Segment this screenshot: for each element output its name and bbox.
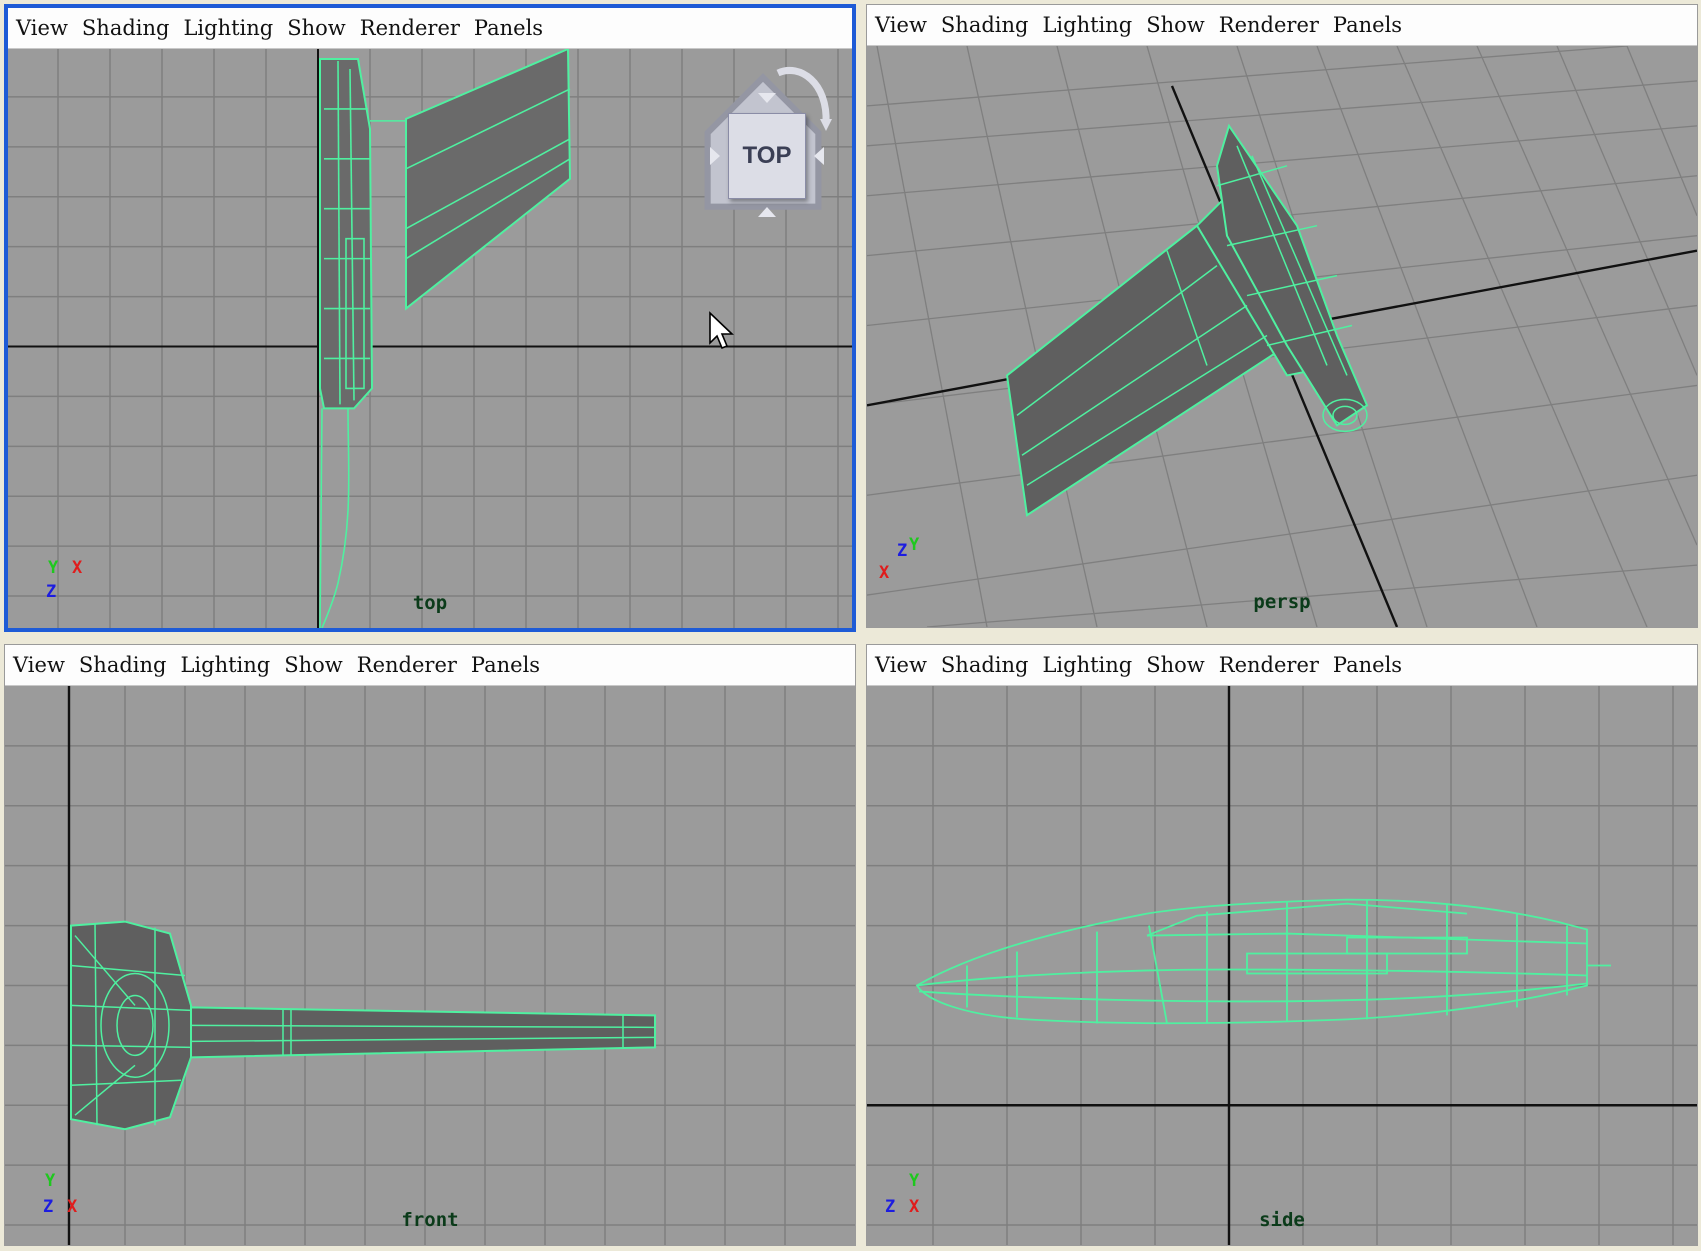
panel-menubar: View Shading Lighting Show Renderer Pane… — [867, 645, 1697, 686]
menu-shading[interactable]: Shading — [82, 16, 170, 40]
axis-indicator: Z Y X — [879, 535, 939, 591]
menu-panels[interactable]: Panels — [1333, 13, 1402, 37]
view-cube[interactable]: TOP — [688, 59, 838, 219]
arrow-left-icon[interactable] — [710, 147, 720, 165]
menu-renderer[interactable]: Renderer — [360, 16, 460, 40]
panel-menubar: View Shading Lighting Show Renderer Pane… — [5, 645, 855, 686]
front-view-scene — [5, 686, 855, 1245]
viewport-panel-persp[interactable]: View Shading Lighting Show Renderer Pane… — [866, 4, 1698, 628]
axis-label: X — [72, 558, 83, 578]
panel-menubar: View Shading Lighting Show Renderer Pane… — [867, 5, 1697, 46]
panel-menubar: View Shading Lighting Show Renderer Pane… — [8, 8, 852, 49]
viewport-canvas[interactable]: Y Z X side — [867, 686, 1697, 1245]
menu-view[interactable]: View — [13, 653, 65, 677]
arrow-right-icon[interactable] — [814, 147, 824, 165]
viewport-canvas[interactable]: Z Y X persp — [867, 46, 1697, 627]
arrow-down-icon[interactable] — [758, 207, 776, 217]
viewport-canvas[interactable]: TOP Y X Z top — [8, 49, 852, 628]
menu-show[interactable]: Show — [287, 16, 346, 40]
camera-label: front — [401, 1209, 459, 1231]
menu-lighting[interactable]: Lighting — [1042, 653, 1132, 677]
menu-panels[interactable]: Panels — [1333, 653, 1402, 677]
axis-label: Z — [897, 541, 908, 561]
menu-renderer[interactable]: Renderer — [1219, 13, 1319, 37]
axis-label: Y — [909, 1171, 920, 1191]
menu-view[interactable]: View — [875, 13, 927, 37]
view-cube-face[interactable]: TOP — [728, 113, 806, 199]
menu-lighting[interactable]: Lighting — [1042, 13, 1132, 37]
camera-label: side — [1259, 1209, 1305, 1231]
viewport-panel-front[interactable]: View Shading Lighting Show Renderer Pane… — [4, 644, 856, 1246]
camera-label: persp — [1253, 591, 1311, 613]
viewport-panel-side[interactable]: View Shading Lighting Show Renderer Pane… — [866, 644, 1698, 1246]
axis-label: Y — [48, 558, 59, 578]
axis-label: Y — [45, 1171, 56, 1191]
axis-label: X — [879, 563, 890, 583]
menu-view[interactable]: View — [16, 16, 68, 40]
menu-show[interactable]: Show — [1146, 653, 1205, 677]
menu-view[interactable]: View — [875, 653, 927, 677]
menu-renderer[interactable]: Renderer — [1219, 653, 1319, 677]
menu-show[interactable]: Show — [284, 653, 343, 677]
menu-lighting[interactable]: Lighting — [183, 16, 273, 40]
persp-view-scene — [867, 46, 1697, 627]
menu-shading[interactable]: Shading — [941, 13, 1029, 37]
side-view-scene — [867, 686, 1697, 1245]
viewport-canvas[interactable]: Y Z X front — [5, 686, 855, 1245]
camera-label: top — [412, 592, 448, 614]
arrow-up-icon[interactable] — [758, 93, 776, 103]
axis-label: Y — [909, 535, 920, 555]
menu-show[interactable]: Show — [1146, 13, 1205, 37]
viewport-panel-top[interactable]: View Shading Lighting Show Renderer Pane… — [4, 4, 856, 632]
menu-shading[interactable]: Shading — [941, 653, 1029, 677]
menu-panels[interactable]: Panels — [474, 16, 543, 40]
menu-shading[interactable]: Shading — [79, 653, 167, 677]
menu-renderer[interactable]: Renderer — [357, 653, 457, 677]
menu-panels[interactable]: Panels — [471, 653, 540, 677]
mouse-cursor-icon — [709, 311, 734, 350]
menu-lighting[interactable]: Lighting — [180, 653, 270, 677]
